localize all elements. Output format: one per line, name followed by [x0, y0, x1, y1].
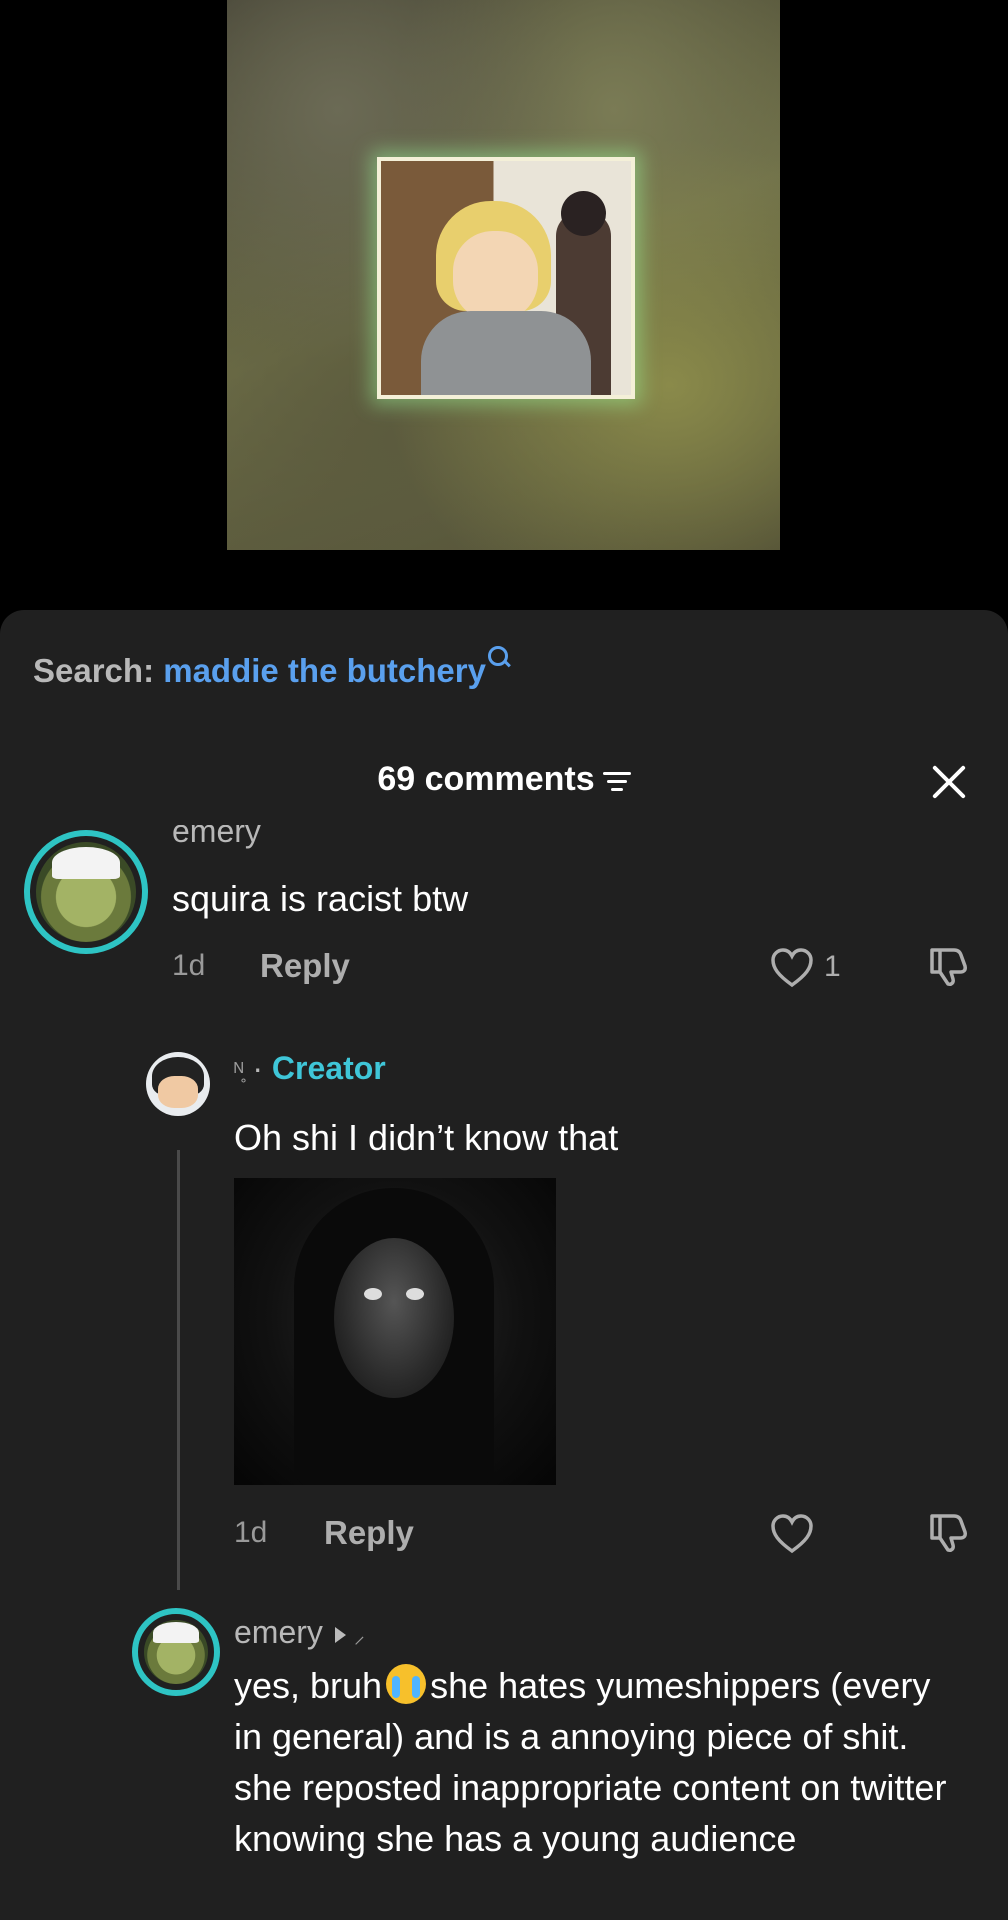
- comments-count-header: 69 comments: [0, 760, 1008, 799]
- comment-text: Oh shi I didn’t know that: [234, 1117, 619, 1158]
- video-thumbnail[interactable]: [377, 157, 635, 399]
- thread-line: [177, 1150, 180, 1590]
- play-icon: [334, 1627, 346, 1643]
- comment-text: yes, bruh she hates yumeshippers (every i…: [234, 1660, 954, 1920]
- search-label: Search:: [33, 652, 155, 689]
- heart-icon[interactable]: [770, 1514, 814, 1554]
- comment-username[interactable]: emery ⸝: [234, 1614, 365, 1651]
- reply-button[interactable]: Reply: [260, 947, 350, 985]
- username-text: emery: [234, 1614, 323, 1650]
- username-glyphs: ᴺ̥: [234, 1057, 244, 1083]
- comment-image[interactable]: [234, 1178, 556, 1485]
- comment-age: 1d: [234, 1516, 268, 1549]
- creator-username[interactable]: ᴺ̥ · Creator: [234, 1050, 386, 1087]
- heart-icon[interactable]: [770, 948, 814, 988]
- comment-text: squira is racist btw: [172, 878, 469, 919]
- close-icon[interactable]: [925, 758, 973, 806]
- search-suggestion[interactable]: Search: maddie the butchery: [33, 646, 511, 690]
- reply-button[interactable]: Reply: [324, 1514, 414, 1552]
- sort-icon[interactable]: [602, 770, 631, 792]
- comment-text-part1: yes, bruh: [234, 1665, 383, 1706]
- glyph-icon: ⸝: [353, 1622, 365, 1648]
- comment-age: 1d: [172, 949, 206, 982]
- dislike-icon[interactable]: [926, 1510, 970, 1554]
- like-count: 1: [824, 950, 841, 983]
- avatar[interactable]: [24, 830, 148, 954]
- crying-emoji-icon: [386, 1664, 427, 1705]
- dislike-icon[interactable]: [926, 944, 970, 988]
- avatar[interactable]: [146, 1052, 210, 1116]
- comments-count: 69 comments: [377, 760, 595, 798]
- search-term-link[interactable]: maddie the butchery: [163, 652, 486, 689]
- creator-badge: Creator: [271, 1050, 386, 1086]
- separator: ·: [252, 1050, 264, 1086]
- avatar[interactable]: [132, 1608, 220, 1696]
- search-icon: [487, 646, 511, 668]
- comment-username[interactable]: emery: [172, 825, 261, 849]
